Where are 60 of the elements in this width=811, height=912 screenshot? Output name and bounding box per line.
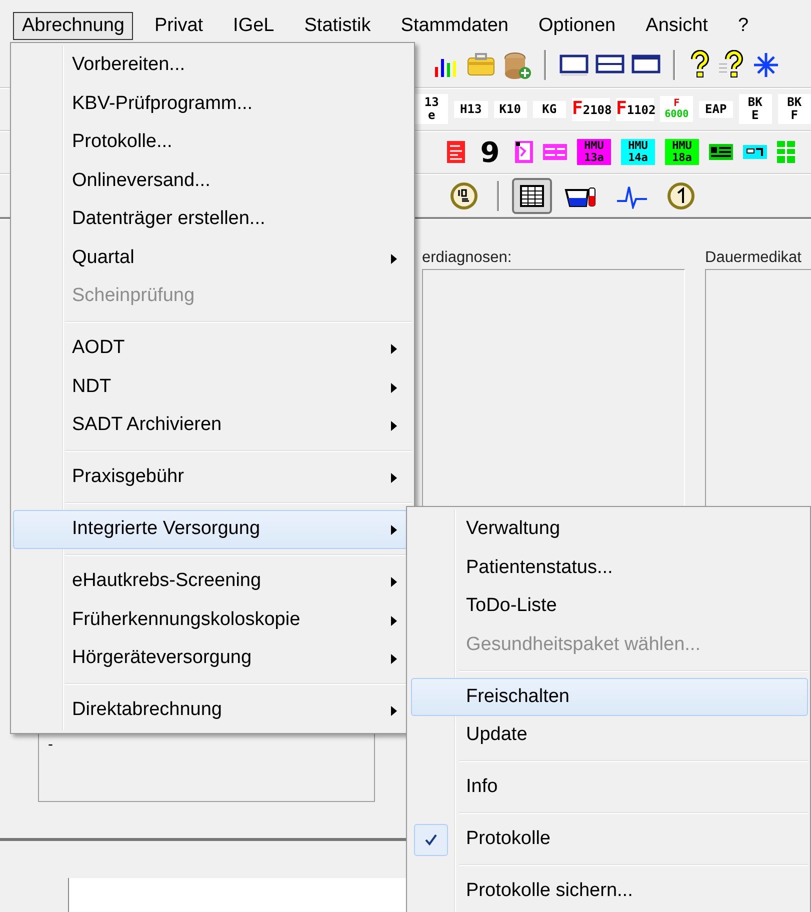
menu-item[interactable]: Protokolle... — [13, 123, 412, 162]
menu-item[interactable]: KBV-Prüfprogramm... — [13, 84, 412, 123]
menu-item[interactable]: IGeL — [224, 12, 284, 40]
toolbar-button[interactable]: HMU 14a — [621, 139, 655, 165]
menu-item[interactable]: Datenträger erstellen... — [13, 200, 412, 238]
toolbar-button[interactable]: EAP — [699, 100, 732, 118]
table-icon[interactable] — [512, 178, 552, 214]
menu-item[interactable]: Protokolle sichern... — [411, 872, 808, 910]
menu-item[interactable]: Stammdaten — [392, 12, 518, 40]
menu-item[interactable]: Früherkennungskoloskopie — [13, 600, 412, 639]
two-column-form-icon[interactable] — [541, 141, 569, 163]
menu-item[interactable]: ToDo-Liste — [411, 587, 808, 626]
list-icon[interactable] — [707, 141, 735, 163]
help-icon[interactable] — [718, 50, 746, 80]
window-icon[interactable] — [631, 52, 661, 76]
menu-item[interactable]: Praxisgebühr — [13, 458, 412, 496]
toolbar-button[interactable]: F1102 — [616, 98, 654, 120]
menu-item[interactable]: Onlineversand... — [13, 162, 412, 200]
panel-label: erdiagnosen: — [422, 249, 513, 267]
menu-item[interactable]: Quartal — [13, 238, 412, 277]
panel-text: - — [48, 736, 53, 753]
form-icon[interactable] — [445, 139, 467, 165]
panel-label: Dauermedikat — [705, 249, 802, 267]
toolbar-button[interactable]: BK E — [738, 94, 772, 124]
menu-item[interactable]: NDT — [13, 368, 412, 406]
toolbar-button[interactable]: F2108 — [572, 98, 610, 120]
toolbar-button[interactable]: H13 — [454, 100, 488, 118]
menu-item[interactable]: Vorbereiten... — [13, 46, 412, 84]
menu-item[interactable]: eHautkrebs-Screening — [13, 562, 412, 600]
toolbar-button[interactable]: 9 — [473, 136, 507, 168]
menu-item[interactable]: Hörgeräteversorgung — [13, 639, 412, 678]
menu-item[interactable]: Abrechnung — [13, 12, 134, 40]
menu-item[interactable]: Direktabrechnung — [13, 691, 412, 730]
menu-item[interactable]: Freischalten — [411, 678, 808, 716]
help-icon[interactable] — [688, 50, 712, 80]
toolbar-button[interactable]: F 6000 — [660, 96, 694, 122]
asterisk-icon[interactable] — [752, 50, 780, 78]
menu-item[interactable]: Protokolle — [411, 820, 808, 858]
menu-item[interactable]: Optionen — [530, 12, 625, 40]
menu-item[interactable]: AODT — [13, 329, 412, 368]
toolbar-button[interactable]: HMU 18a — [665, 139, 699, 165]
toolbar-button[interactable]: 13 e — [415, 94, 448, 124]
window-icon[interactable] — [559, 52, 589, 76]
split-window-icon[interactable] — [595, 52, 625, 76]
toolbar-button[interactable]: K10 — [494, 100, 527, 118]
menu-item[interactable]: SADT Archivieren — [13, 406, 412, 444]
menu-item[interactable]: Privat — [145, 12, 212, 40]
toolbar-button[interactable]: KG — [532, 100, 566, 118]
menu-item[interactable]: Statistik — [295, 12, 380, 40]
toolbar-button[interactable]: BK F — [778, 94, 811, 124]
coins-icon[interactable] — [502, 50, 532, 80]
menu-item[interactable]: Info — [411, 768, 808, 806]
menu-item[interactable]: Verwaltung — [411, 510, 808, 548]
menu-item[interactable]: Patientenstatus... — [411, 548, 808, 587]
menu-item[interactable]: Ansicht — [636, 12, 717, 40]
menu-item[interactable]: Update — [411, 716, 808, 754]
document-icon[interactable] — [513, 139, 535, 165]
menu-item[interactable]: ? — [728, 12, 758, 40]
toolbar-button[interactable]: HMU 13a — [577, 139, 611, 165]
toolbox-icon[interactable] — [466, 50, 496, 78]
